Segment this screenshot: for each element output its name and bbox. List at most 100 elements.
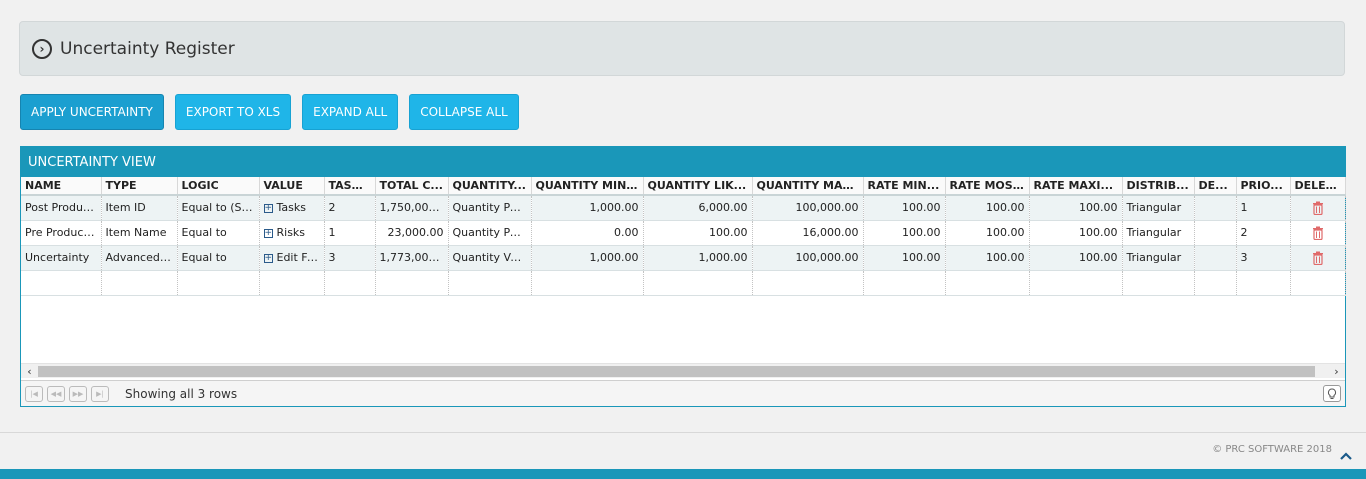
table-cell[interactable]: 0.00 bbox=[531, 220, 644, 246]
column-header[interactable]: VALUE bbox=[259, 177, 325, 196]
table-cell[interactable]: 23,000.00 bbox=[375, 220, 449, 246]
table-cell[interactable]: Quantity Percent bbox=[448, 220, 532, 246]
table-cell[interactable]: Advanced Filter bbox=[101, 245, 178, 271]
delete-cell[interactable] bbox=[1290, 220, 1346, 246]
table-cell[interactable]: Post Production bbox=[21, 195, 102, 221]
column-header[interactable]: QUANTITY LIK... bbox=[643, 177, 753, 196]
table-cell[interactable]: 3 bbox=[324, 245, 376, 271]
table-cell bbox=[177, 270, 260, 296]
plus-box-icon[interactable]: + bbox=[263, 204, 273, 214]
table-cell bbox=[643, 270, 753, 296]
panel-header[interactable]: › Uncertainty Register bbox=[19, 21, 1345, 76]
column-header[interactable]: QUANTITY... bbox=[448, 177, 532, 196]
table-cell[interactable]: 100.00 bbox=[945, 245, 1030, 271]
scroll-left-icon[interactable]: ‹ bbox=[21, 364, 38, 379]
table-row[interactable]: UncertaintyAdvanced FilterEqual to+Edit … bbox=[21, 245, 1346, 271]
table-cell[interactable]: Equal to bbox=[177, 220, 260, 246]
table-cell[interactable]: 1,000.00 bbox=[531, 245, 644, 271]
trash-icon[interactable] bbox=[1312, 251, 1324, 265]
expand-all-button[interactable]: EXPAND ALL bbox=[302, 94, 399, 130]
collapse-all-button[interactable]: COLLAPSE ALL bbox=[409, 94, 519, 130]
table-cell[interactable]: 3 bbox=[1236, 245, 1291, 271]
plus-box-icon[interactable]: + bbox=[263, 229, 273, 238]
table-cell[interactable]: 100.00 bbox=[863, 195, 946, 221]
apply-uncertainty-button[interactable]: APPLY UNCERTAINTY bbox=[20, 94, 164, 130]
table-cell[interactable]: 1 bbox=[1236, 195, 1291, 221]
table-cell[interactable]: + Edit Filter bbox=[259, 245, 325, 271]
table-row[interactable]: Post ProductionItem IDEqual to (Start)+T… bbox=[21, 195, 1346, 221]
table-cell[interactable]: Item ID bbox=[101, 195, 178, 221]
trash-icon[interactable] bbox=[1312, 226, 1324, 240]
table-cell[interactable]: + Tasks bbox=[259, 195, 325, 221]
column-header[interactable]: LOGIC bbox=[177, 177, 260, 196]
table-cell[interactable]: 16,000.00 bbox=[752, 220, 864, 246]
table-cell[interactable]: 100.00 bbox=[945, 220, 1030, 246]
lightbulb-icon[interactable] bbox=[1323, 385, 1341, 402]
plus-box-icon[interactable]: + bbox=[263, 254, 273, 263]
table-cell[interactable]: 100.00 bbox=[643, 220, 753, 246]
first-page-icon[interactable]: |◀ bbox=[25, 385, 43, 402]
table-cell[interactable]: Quantity Value bbox=[448, 245, 532, 271]
table-cell[interactable]: 100.00 bbox=[863, 220, 946, 246]
table-cell[interactable]: 2 bbox=[1236, 220, 1291, 246]
column-header[interactable]: RATE MIN... bbox=[863, 177, 946, 196]
table-cell[interactable]: 100.00 bbox=[1029, 245, 1123, 271]
table-cell[interactable] bbox=[1194, 195, 1237, 221]
column-header[interactable]: DELETE bbox=[1290, 177, 1346, 196]
table-cell[interactable]: 100.00 bbox=[863, 245, 946, 271]
table-cell[interactable]: Triangular bbox=[1122, 245, 1195, 271]
table-cell[interactable]: 1,000.00 bbox=[643, 245, 753, 271]
column-header[interactable]: PRIO... bbox=[1236, 177, 1291, 196]
table-cell[interactable]: 6,000.00 bbox=[643, 195, 753, 221]
table-cell[interactable]: 100,000.00 bbox=[752, 245, 864, 271]
trash-icon[interactable] bbox=[1312, 201, 1324, 215]
table-cell[interactable]: Triangular bbox=[1122, 195, 1195, 221]
table-cell[interactable]: Item Name bbox=[101, 220, 178, 246]
table-cell[interactable] bbox=[1194, 245, 1237, 271]
column-header[interactable]: DE... bbox=[1194, 177, 1237, 196]
table-cell[interactable]: 100.00 bbox=[1029, 195, 1123, 221]
next-page-icon[interactable]: ▶▶ bbox=[69, 385, 87, 402]
table-cell[interactable] bbox=[1194, 220, 1237, 246]
delete-cell[interactable] bbox=[1290, 245, 1346, 271]
header-row: NAME TYPE LOGIC VALUE TASK... TOTAL C... QUANT… bbox=[21, 177, 1346, 196]
table-cell[interactable]: 1,773,000.00 bbox=[375, 245, 449, 271]
scrollbar-thumb[interactable] bbox=[38, 366, 1315, 377]
table-cell[interactable]: 100.00 bbox=[1029, 220, 1123, 246]
column-header[interactable]: QUANTITY MIN... bbox=[531, 177, 644, 196]
table-cell bbox=[863, 270, 946, 296]
table-cell[interactable]: Pre Production bbox=[21, 220, 102, 246]
last-page-icon[interactable]: ▶| bbox=[91, 385, 109, 402]
grid-body: Post ProductionItem IDEqual to (Start)+T… bbox=[21, 195, 1346, 296]
column-header[interactable]: DISTRIB... bbox=[1122, 177, 1195, 196]
circle-chevron-right-icon[interactable]: › bbox=[32, 38, 52, 59]
column-header[interactable]: QUANTITY MAX... bbox=[752, 177, 864, 196]
table-cell[interactable]: Triangular bbox=[1122, 220, 1195, 246]
column-header[interactable]: TASK... bbox=[324, 177, 376, 196]
table-cell[interactable]: + Risks bbox=[259, 220, 325, 246]
column-header[interactable]: TYPE bbox=[101, 177, 178, 196]
grid-table: NAME TYPE LOGIC VALUE TASK... TOTAL C... QUANT… bbox=[21, 177, 1346, 296]
table-row[interactable]: Pre Production Item Name Equal to + Risks 1 23… bbox=[21, 220, 1346, 246]
footer-divider bbox=[0, 432, 1366, 433]
table-cell[interactable]: Equal to (Start) bbox=[177, 195, 260, 221]
horizontal-scrollbar[interactable]: ‹ › bbox=[21, 363, 1345, 378]
delete-cell[interactable] bbox=[1290, 195, 1346, 221]
table-cell[interactable]: 1 bbox=[324, 220, 376, 246]
export-xls-button[interactable]: EXPORT TO XLS bbox=[174, 94, 292, 130]
table-cell[interactable]: 100.00 bbox=[945, 195, 1030, 221]
scroll-right-icon[interactable]: › bbox=[1328, 364, 1345, 379]
scroll-top-chevron-up-icon[interactable] bbox=[1339, 446, 1353, 465]
column-header[interactable]: TOTAL C... bbox=[375, 177, 449, 196]
column-header[interactable]: RATE MOS... bbox=[945, 177, 1030, 196]
table-cell[interactable]: 1,750,000.00 bbox=[375, 195, 449, 221]
table-cell[interactable]: Equal to bbox=[177, 245, 260, 271]
column-header[interactable]: RATE MAXI... bbox=[1029, 177, 1123, 196]
table-cell[interactable]: Quantity Percent bbox=[448, 195, 532, 221]
table-cell[interactable]: 1,000.00 bbox=[531, 195, 644, 221]
prev-page-icon[interactable]: ◀◀ bbox=[47, 385, 65, 402]
table-cell[interactable]: Uncertainty bbox=[21, 245, 102, 271]
column-header[interactable]: NAME bbox=[21, 177, 102, 196]
table-cell[interactable]: 2 bbox=[324, 195, 376, 221]
table-cell[interactable]: 100,000.00 bbox=[752, 195, 864, 221]
